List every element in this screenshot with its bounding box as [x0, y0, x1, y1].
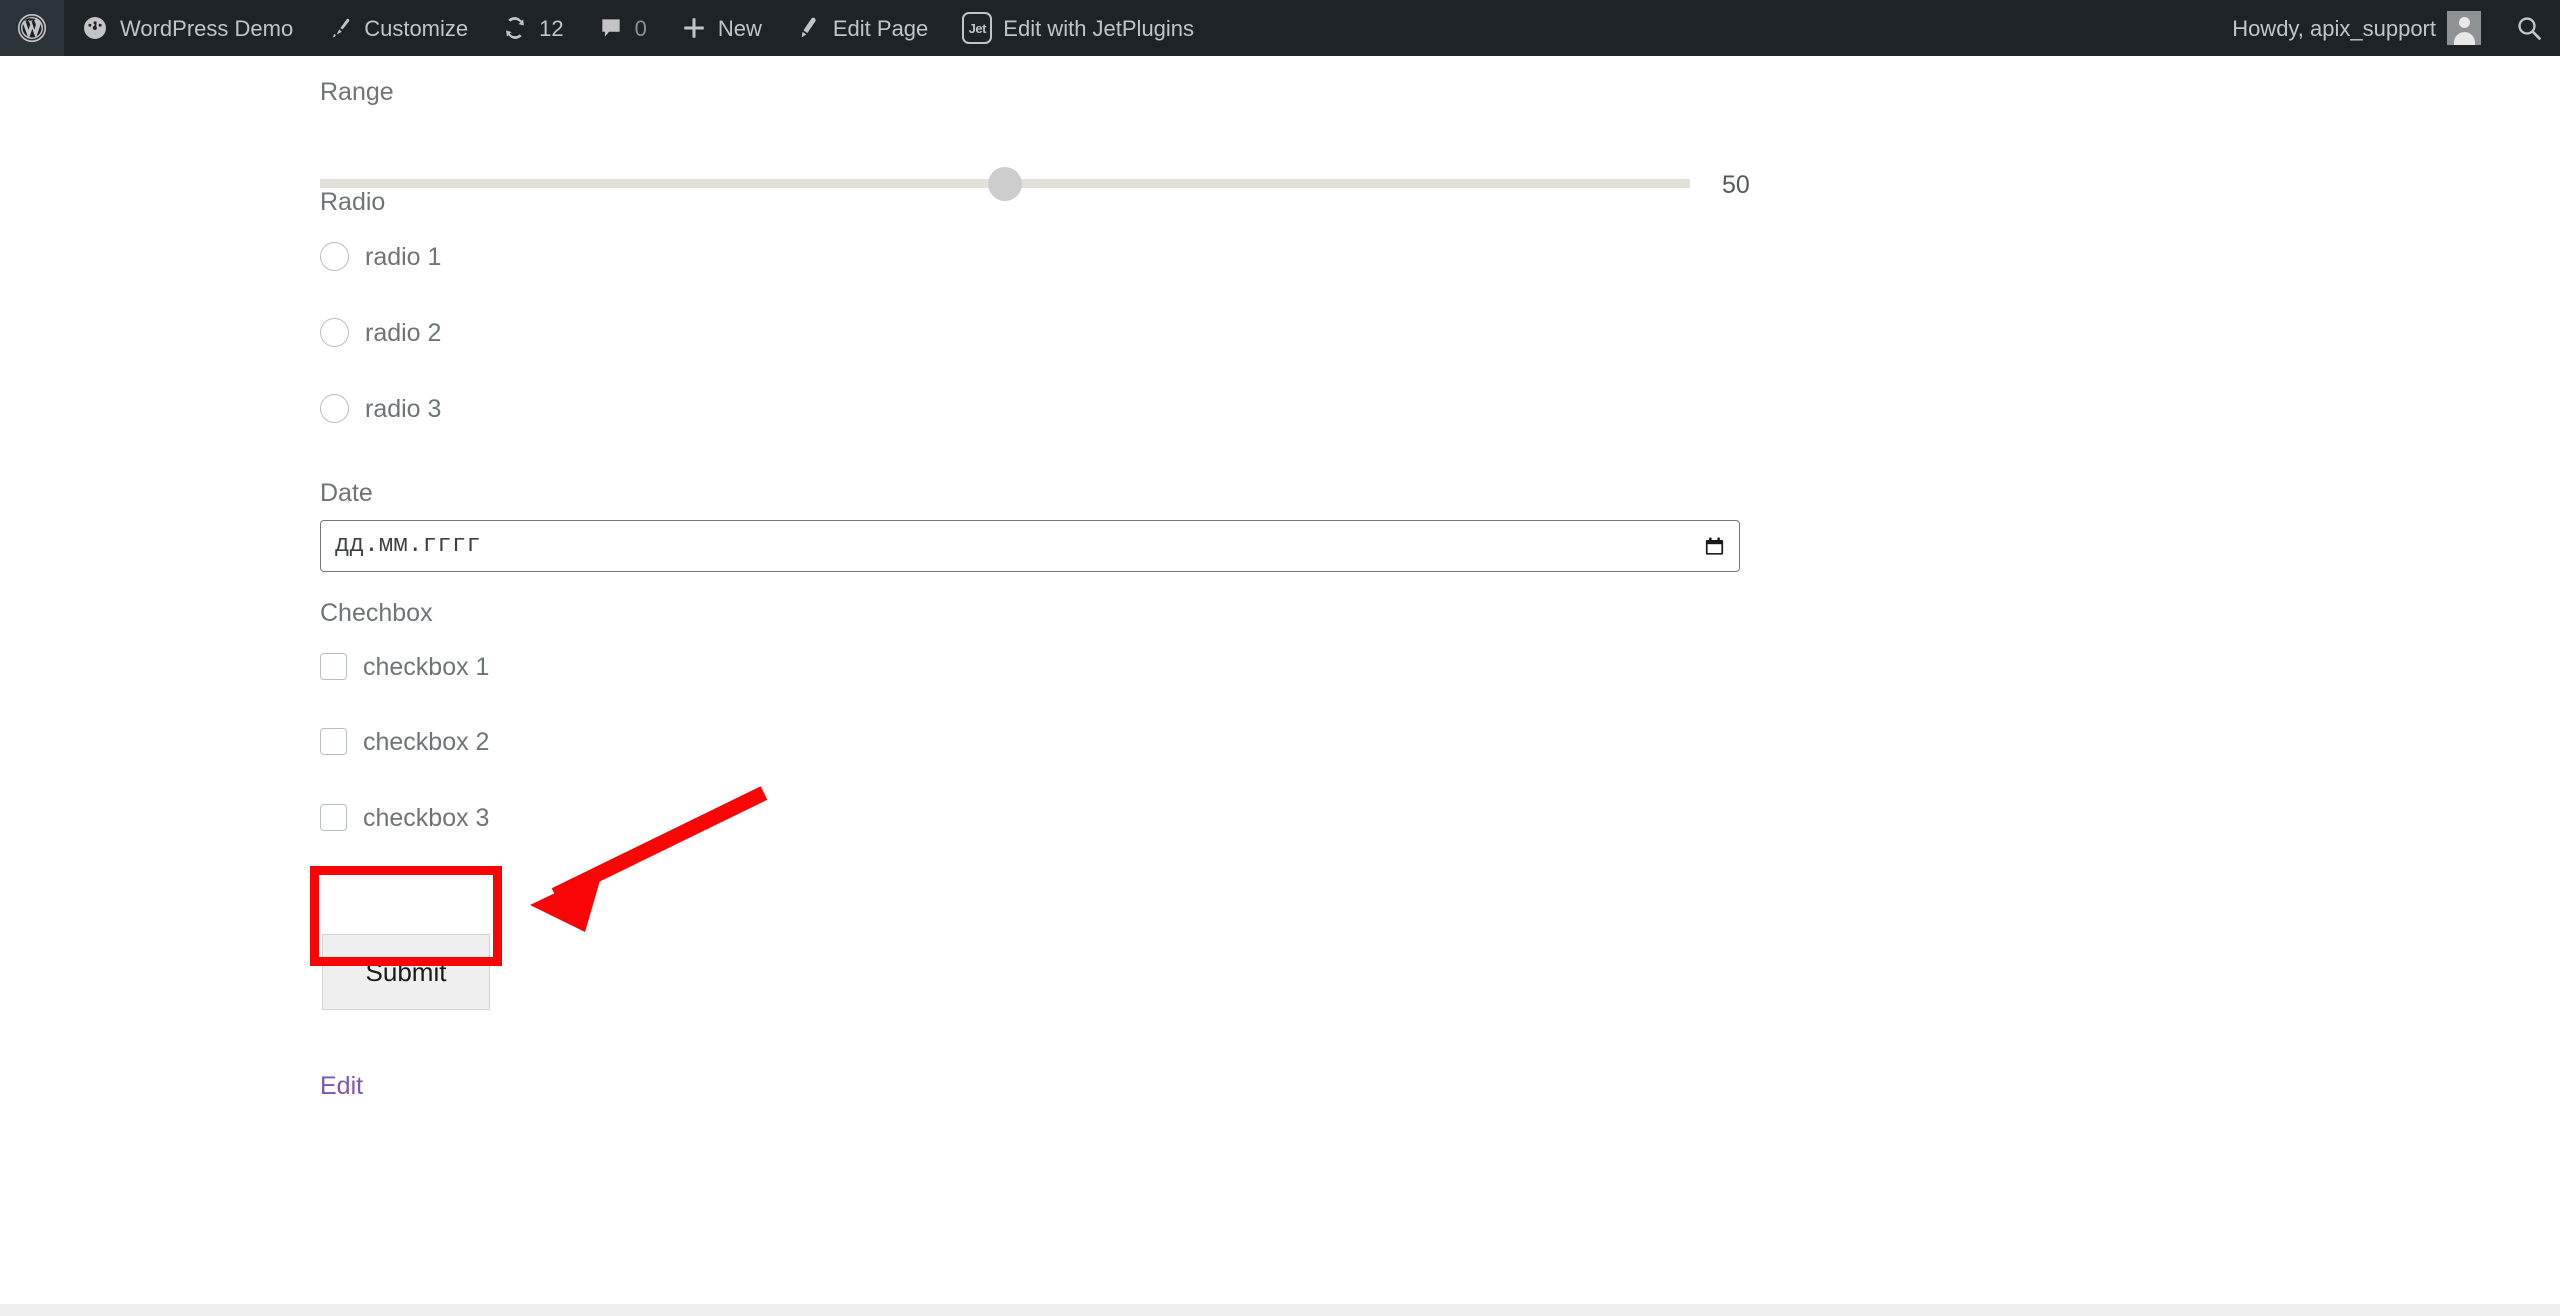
my-account-menu[interactable]: Howdy, apix_support: [2215, 0, 2498, 56]
avatar: [2447, 11, 2481, 45]
howdy-label: Howdy, apix_support: [2232, 16, 2436, 41]
date-input[interactable]: дд.мм.гггг: [320, 520, 1740, 572]
comment-bubble-icon: [598, 15, 624, 41]
edit-with-jetplugins-link[interactable]: Jet Edit with JetPlugins: [945, 0, 1211, 56]
range-value: 50: [1722, 171, 1750, 199]
radio-input-1[interactable]: [320, 241, 349, 271]
submit-button[interactable]: Submit: [322, 934, 490, 1010]
wp-admin-bar: WordPress Demo Customize 12 0 New Edit P…: [0, 0, 2560, 56]
date-placeholder: дд.мм.гггг: [335, 532, 482, 559]
paintbrush-icon: [327, 15, 353, 41]
range-slider-thumb[interactable]: [988, 167, 1022, 201]
adminbar-left-group: WordPress Demo Customize 12 0 New Edit P…: [0, 0, 1211, 56]
adminbar-spacer: [1211, 0, 2215, 56]
edit-with-jetplugins-label: Edit with JetPlugins: [1003, 16, 1195, 41]
search-icon: [2515, 14, 2543, 42]
checkbox-label-3: checkbox 3: [363, 803, 490, 832]
radio-option-1[interactable]: radio 1: [320, 239, 441, 273]
radio-label-1: radio 1: [365, 242, 442, 271]
edit-page-link[interactable]: Edit Page: [779, 0, 945, 56]
radio-label-2: radio 2: [365, 318, 442, 347]
radio-label-3: radio 3: [365, 394, 442, 423]
new-label: New: [717, 16, 762, 41]
site-name-label: WordPress Demo: [120, 16, 294, 41]
updates-count: 12: [539, 16, 564, 41]
radio-input-3[interactable]: [320, 393, 349, 423]
avatar-person-icon: [2447, 11, 2481, 45]
plus-icon: [681, 15, 707, 41]
edit-link[interactable]: Edit: [320, 1074, 363, 1099]
customize-label: Customize: [364, 16, 469, 41]
adminbar-search-button[interactable]: [2498, 0, 2560, 56]
range-field-label: Range: [320, 78, 394, 106]
update-arrows-icon: [502, 15, 528, 41]
checkbox-option-3[interactable]: checkbox 3: [320, 800, 489, 834]
updates-link[interactable]: 12: [485, 0, 580, 56]
checkbox-input-1[interactable]: [320, 652, 347, 680]
checkbox-label-2: checkbox 2: [363, 727, 490, 756]
checkbox-input-2[interactable]: [320, 727, 347, 755]
customize-link[interactable]: Customize: [310, 0, 485, 56]
checkbox-label-1: checkbox 1: [363, 652, 490, 681]
new-content-menu[interactable]: New: [664, 0, 779, 56]
range-slider[interactable]: [320, 167, 1690, 201]
radio-option-2[interactable]: radio 2: [320, 315, 441, 349]
page-content: Range 50 Radio radio 1 radio 2 radio 3 D…: [0, 56, 2560, 1316]
edit-page-label: Edit Page: [832, 16, 929, 41]
wp-logo-menu[interactable]: [0, 0, 64, 56]
comments-count: 0: [634, 16, 647, 41]
comments-link[interactable]: 0: [581, 0, 664, 56]
jetplugins-icon: Jet: [962, 12, 993, 44]
radio-field-label: Radio: [320, 188, 386, 216]
checkbox-option-2[interactable]: checkbox 2: [320, 724, 489, 758]
checkbox-field-label: Chechbox: [320, 599, 433, 627]
dashboard-speedometer-icon: [81, 14, 109, 42]
calendar-icon[interactable]: [1703, 535, 1726, 558]
date-field-label: Date: [320, 479, 373, 507]
footer-strip: [0, 1304, 2560, 1316]
wordpress-logo-icon: [17, 13, 47, 43]
pencil-icon: [796, 15, 822, 41]
adminbar-right-group: Howdy, apix_support: [2215, 0, 2560, 56]
site-name-menu[interactable]: WordPress Demo: [64, 0, 310, 56]
checkbox-option-1[interactable]: checkbox 1: [320, 649, 489, 683]
radio-input-2[interactable]: [320, 317, 349, 347]
checkbox-input-3[interactable]: [320, 803, 347, 831]
radio-option-3[interactable]: radio 3: [320, 391, 441, 425]
